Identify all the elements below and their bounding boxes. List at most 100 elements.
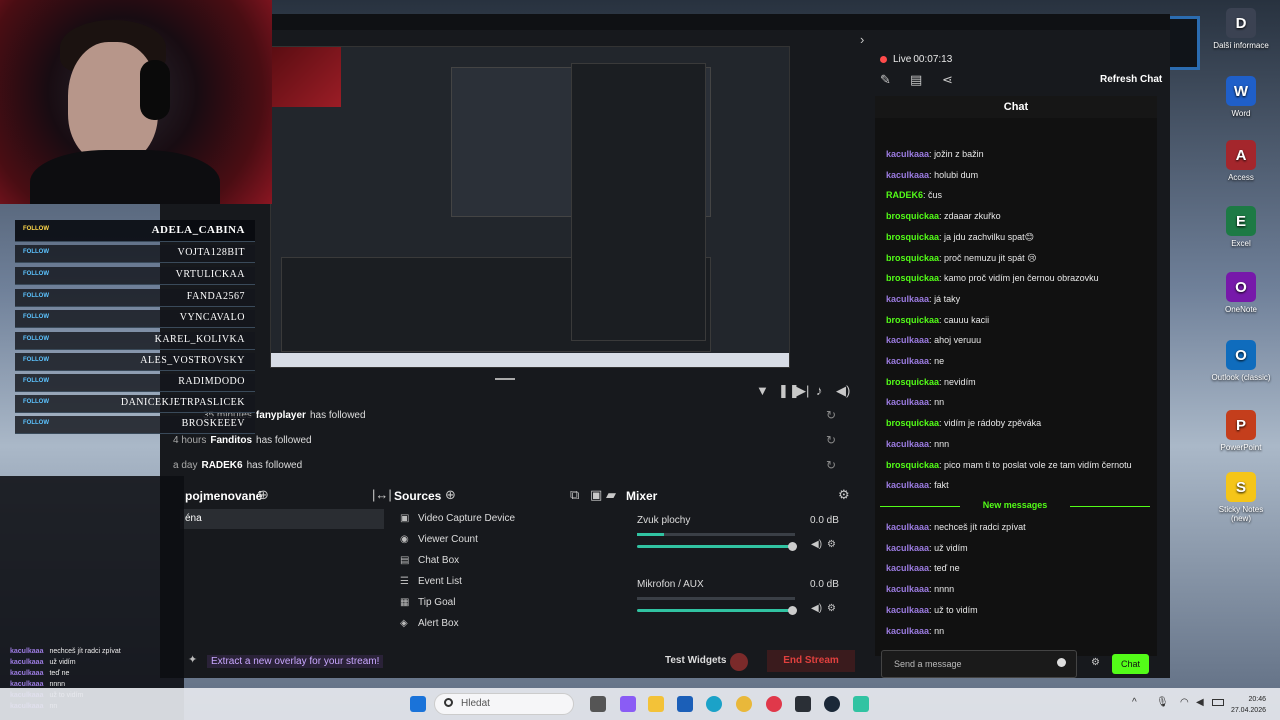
mixer-settings-icon[interactable]: ⚙ xyxy=(838,487,850,503)
overlay-prompt-link[interactable]: Extract a new overlay for your stream! xyxy=(207,655,384,668)
taskbar-search-input[interactable]: Hledat xyxy=(434,693,574,715)
desktop-icon-5[interactable]: O Outlook (classic) xyxy=(1211,340,1271,382)
collapse-chevron-icon[interactable]: › xyxy=(860,32,864,47)
stream-preview[interactable] xyxy=(270,46,790,368)
desktop-icon-2[interactable]: A Access xyxy=(1211,140,1271,182)
chat-username[interactable]: kaculkaaa xyxy=(886,294,929,304)
source-item[interactable]: ◈ Alert Box xyxy=(400,618,459,629)
obs-app-icon[interactable] xyxy=(795,696,811,712)
chat-username[interactable]: RADEK6 xyxy=(886,190,923,200)
chat-username[interactable]: brosquickaa xyxy=(886,460,939,470)
desktop-icon-0[interactable]: D Další informace xyxy=(1211,8,1271,50)
desktop-icon-7[interactable]: S Sticky Notes (new) xyxy=(1211,472,1271,523)
chat-text: fakt xyxy=(934,480,949,491)
chat-username[interactable]: kaculkaaa xyxy=(886,356,929,366)
chat-username[interactable]: kaculkaaa xyxy=(886,563,929,573)
battery-icon[interactable] xyxy=(1212,699,1224,706)
chat-username[interactable]: kaculkaaa xyxy=(886,543,929,553)
test-widgets-toggle[interactable] xyxy=(730,653,748,671)
source-item[interactable]: ▦ Tip Goal xyxy=(400,597,455,608)
chat-username[interactable]: brosquickaa xyxy=(886,232,939,242)
resize-handle[interactable] xyxy=(495,378,515,380)
desktop-icon-3[interactable]: E Excel xyxy=(1211,206,1271,248)
chat-username[interactable]: kaculkaaa xyxy=(886,149,929,159)
chat-username[interactable]: brosquickaa xyxy=(886,211,939,221)
source-item[interactable]: ▣ Video Capture Device xyxy=(400,513,515,524)
chat-username[interactable]: kaculkaaa xyxy=(886,626,929,636)
chat-username[interactable]: kaculkaaa xyxy=(886,170,929,180)
volume-slider[interactable] xyxy=(637,606,797,615)
task-view-icon[interactable] xyxy=(590,696,606,712)
channel-settings-icon[interactable]: ⚙ xyxy=(827,539,836,550)
send-chat-button[interactable]: Chat xyxy=(1112,654,1149,674)
filter-icon[interactable]: ▼ xyxy=(756,383,769,398)
volume-tray-icon[interactable]: ◀ xyxy=(1196,697,1204,708)
copilot-icon[interactable] xyxy=(620,696,636,712)
test-widgets-button[interactable]: Test Widgets xyxy=(665,655,726,666)
chat-message-input[interactable]: Send a message xyxy=(881,650,1077,678)
mixer-channel-db: 0.0 dB xyxy=(810,579,839,590)
share-icon[interactable]: ⋖ xyxy=(942,72,953,88)
chat-username[interactable]: brosquickaa xyxy=(886,273,939,283)
file-explorer-icon[interactable] xyxy=(648,696,664,712)
end-stream-button[interactable]: End Stream xyxy=(767,650,855,672)
repeat-alert-icon[interactable]: ↻ xyxy=(826,433,842,447)
tray-chevron-icon[interactable]: ^ xyxy=(1132,697,1137,708)
source-group-icon[interactable]: ▣ xyxy=(590,487,602,503)
source-folder-icon[interactable]: ⧉ xyxy=(570,487,579,503)
repeat-alert-icon[interactable]: ↻ xyxy=(826,408,842,422)
mixer-channel-db: 0.0 dB xyxy=(810,515,839,526)
desktop-icon-6[interactable]: P PowerPoint xyxy=(1211,410,1271,452)
chat-username[interactable]: kaculkaaa xyxy=(886,480,929,490)
chat-username[interactable]: kaculkaaa xyxy=(886,335,929,345)
chat-username[interactable]: brosquickaa xyxy=(886,253,939,263)
add-source-icon[interactable]: ⊕ xyxy=(445,487,456,503)
chat-username[interactable]: brosquickaa xyxy=(886,418,939,428)
store-icon[interactable] xyxy=(677,696,693,712)
skip-icon[interactable]: ▶| xyxy=(796,383,809,399)
desktop-icon-4[interactable]: O OneNote xyxy=(1211,272,1271,314)
volume-slider-knob[interactable] xyxy=(788,606,797,615)
add-scene-icon[interactable]: ⊕ xyxy=(258,487,269,503)
refresh-chat-button[interactable]: Refresh Chat xyxy=(1100,74,1162,85)
streamlabs-icon[interactable] xyxy=(853,696,869,712)
source-item[interactable]: ▤ Chat Box xyxy=(400,555,459,566)
mute-icon[interactable]: ◀) xyxy=(811,539,822,550)
chat-username[interactable]: kaculkaaa xyxy=(886,397,929,407)
edit-icon[interactable]: ✎ xyxy=(880,72,891,88)
channel-settings-icon[interactable]: ⚙ xyxy=(827,603,836,614)
wifi-icon[interactable]: ◠ xyxy=(1180,697,1189,708)
mute-alerts-icon[interactable]: ♪ xyxy=(816,383,823,398)
source-item[interactable]: ☰ Event List xyxy=(400,576,462,587)
clock-time: 20:46 xyxy=(1248,696,1266,703)
chat-username[interactable]: kaculkaaa xyxy=(886,584,929,594)
scene-item-selected[interactable]: éna xyxy=(180,509,384,529)
chat-settings-icon[interactable]: ⚙ xyxy=(1091,657,1100,668)
chat-username[interactable]: kaculkaaa xyxy=(886,439,929,449)
source-item[interactable]: ◉ Viewer Count xyxy=(400,534,478,545)
start-windows-icon[interactable] xyxy=(410,696,426,712)
scene-transitions-icon[interactable]: |↔| xyxy=(372,487,392,502)
chat-username[interactable]: brosquickaa xyxy=(886,377,939,387)
chat-username[interactable]: kaculkaaa xyxy=(886,605,929,615)
volume-icon[interactable]: ◀) xyxy=(836,383,850,399)
volume-slider[interactable] xyxy=(637,542,797,551)
repeat-alert-icon[interactable]: ↻ xyxy=(826,458,842,472)
mic-icon[interactable]: 🎙 xyxy=(1156,697,1169,708)
mute-icon[interactable]: ◀) xyxy=(811,603,822,614)
desktop-icon-label: Excel xyxy=(1231,239,1251,248)
desktop-icon-1[interactable]: W Word xyxy=(1211,76,1271,118)
chat-username[interactable]: brosquickaa xyxy=(886,315,939,325)
dashboard-icon[interactable]: ▤ xyxy=(910,72,922,88)
opera-icon[interactable] xyxy=(766,696,782,712)
source-add-folder-icon[interactable]: ▰ xyxy=(606,487,616,503)
taskbar-clock[interactable]: 20:46 27.04.2026 xyxy=(1231,694,1266,716)
chrome-icon[interactable] xyxy=(736,696,752,712)
emoji-icon[interactable] xyxy=(1057,658,1066,667)
edge-icon[interactable] xyxy=(706,696,722,712)
volume-slider-knob[interactable] xyxy=(788,542,797,551)
chat-text: nnn xyxy=(934,438,950,449)
chat-text: nn xyxy=(934,625,945,636)
steam-icon[interactable] xyxy=(824,696,840,712)
chat-username[interactable]: kaculkaaa xyxy=(886,522,929,532)
